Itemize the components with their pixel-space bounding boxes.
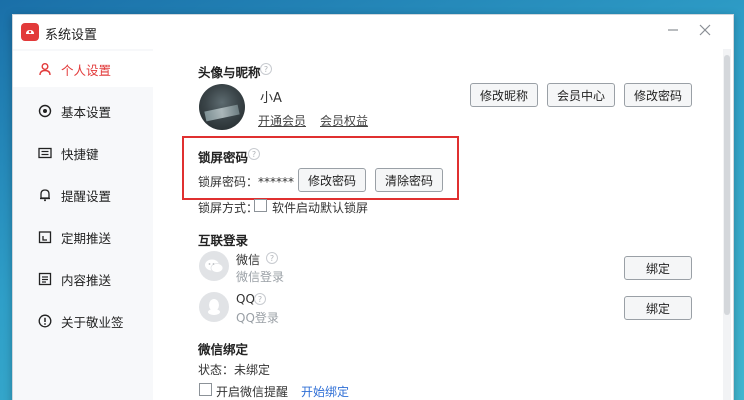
vertical-scrollbar[interactable] bbox=[723, 49, 731, 400]
lock-on-startup-label: 软件启动默认锁屏 bbox=[272, 201, 369, 215]
wechat-reminder-checkbox[interactable] bbox=[199, 383, 212, 396]
scrollbar-thumb[interactable] bbox=[724, 55, 730, 315]
lock-section-title: 锁屏密码 bbox=[198, 150, 249, 165]
lock-on-startup-checkbox[interactable] bbox=[254, 199, 267, 212]
avatar-section-title: 头像与昵称 bbox=[198, 65, 261, 80]
sidebar-item-personal[interactable]: 个人设置 bbox=[13, 51, 153, 87]
sidebar-item-label: 关于敬业签 bbox=[61, 314, 124, 330]
login-section-title: 互联登录 bbox=[198, 233, 249, 248]
sidebar-item-scheduled-push[interactable]: 定期推送 bbox=[13, 219, 153, 255]
help-icon[interactable]: ? bbox=[254, 293, 266, 305]
calendar-icon bbox=[37, 229, 53, 245]
sidebar-item-basic[interactable]: 基本设置 bbox=[13, 93, 153, 129]
change-password-button[interactable]: 修改密码 bbox=[624, 83, 692, 107]
start-bind-link[interactable]: 开始绑定 bbox=[301, 383, 349, 400]
user-icon bbox=[37, 61, 53, 77]
nickname: 小A bbox=[260, 91, 282, 106]
edit-nickname-button[interactable]: 修改昵称 bbox=[470, 83, 538, 107]
member-center-button[interactable]: 会员中心 bbox=[547, 83, 615, 107]
wechat-icon bbox=[199, 251, 229, 281]
bell-icon bbox=[37, 187, 53, 203]
wechat-bind-status: 状态：未绑定 bbox=[198, 363, 271, 377]
close-icon[interactable] bbox=[697, 22, 713, 38]
help-icon[interactable]: ? bbox=[260, 63, 272, 75]
sidebar-item-label: 快捷键 bbox=[61, 146, 99, 162]
sidebar: 个人设置 基本设置 快捷键 提醒设置 定期推送 内容推送 关于敬业签 bbox=[13, 49, 153, 400]
lock-mode-label: 锁屏方式： bbox=[198, 201, 259, 215]
clear-lock-password-button[interactable]: 清除密码 bbox=[375, 168, 443, 192]
open-membership-link[interactable]: 开通会员 bbox=[258, 112, 306, 129]
bind-qq-button[interactable]: 绑定 bbox=[624, 296, 692, 320]
wechat-bind-title: 微信绑定 bbox=[198, 342, 249, 357]
sidebar-item-content-push[interactable]: 内容推送 bbox=[13, 261, 153, 297]
settings-window: 系统设置 个人设置 基本设置 快捷键 提醒设置 定期推送 内容推送 关于敬业签 bbox=[12, 14, 734, 400]
bind-wechat-button[interactable]: 绑定 bbox=[624, 256, 692, 280]
sidebar-item-shortcuts[interactable]: 快捷键 bbox=[13, 135, 153, 171]
sidebar-item-reminders[interactable]: 提醒设置 bbox=[13, 177, 153, 213]
sidebar-item-label: 个人设置 bbox=[61, 62, 112, 78]
document-icon bbox=[37, 271, 53, 287]
settings-icon bbox=[37, 103, 53, 119]
app-logo-icon bbox=[21, 23, 39, 41]
qq-icon bbox=[199, 292, 229, 322]
window-title: 系统设置 bbox=[45, 28, 98, 43]
wechat-name: 微信 bbox=[236, 253, 261, 267]
info-icon bbox=[37, 313, 53, 329]
change-lock-password-button[interactable]: 修改密码 bbox=[298, 168, 366, 192]
help-icon[interactable]: ? bbox=[248, 148, 260, 160]
sidebar-item-label: 定期推送 bbox=[61, 230, 112, 246]
help-icon[interactable]: ? bbox=[266, 252, 278, 264]
qq-name: QQ bbox=[236, 292, 255, 306]
member-benefits-link[interactable]: 会员权益 bbox=[320, 112, 368, 129]
minimize-icon[interactable] bbox=[665, 22, 681, 38]
avatar[interactable] bbox=[199, 84, 245, 130]
wechat-reminder-label: 开启微信提醒 bbox=[216, 385, 289, 399]
title-bar: 系统设置 bbox=[13, 15, 733, 47]
sidebar-item-label: 基本设置 bbox=[61, 104, 112, 120]
lock-password-label: 锁屏密码：****** bbox=[198, 175, 295, 189]
sidebar-item-about[interactable]: 关于敬业签 bbox=[13, 303, 153, 339]
sidebar-item-label: 内容推送 bbox=[61, 272, 112, 288]
sidebar-item-label: 提醒设置 bbox=[61, 188, 112, 204]
wechat-login-label: 微信登录 bbox=[236, 270, 285, 284]
keyboard-icon bbox=[37, 145, 53, 161]
qq-login-label: QQ登录 bbox=[236, 311, 279, 325]
